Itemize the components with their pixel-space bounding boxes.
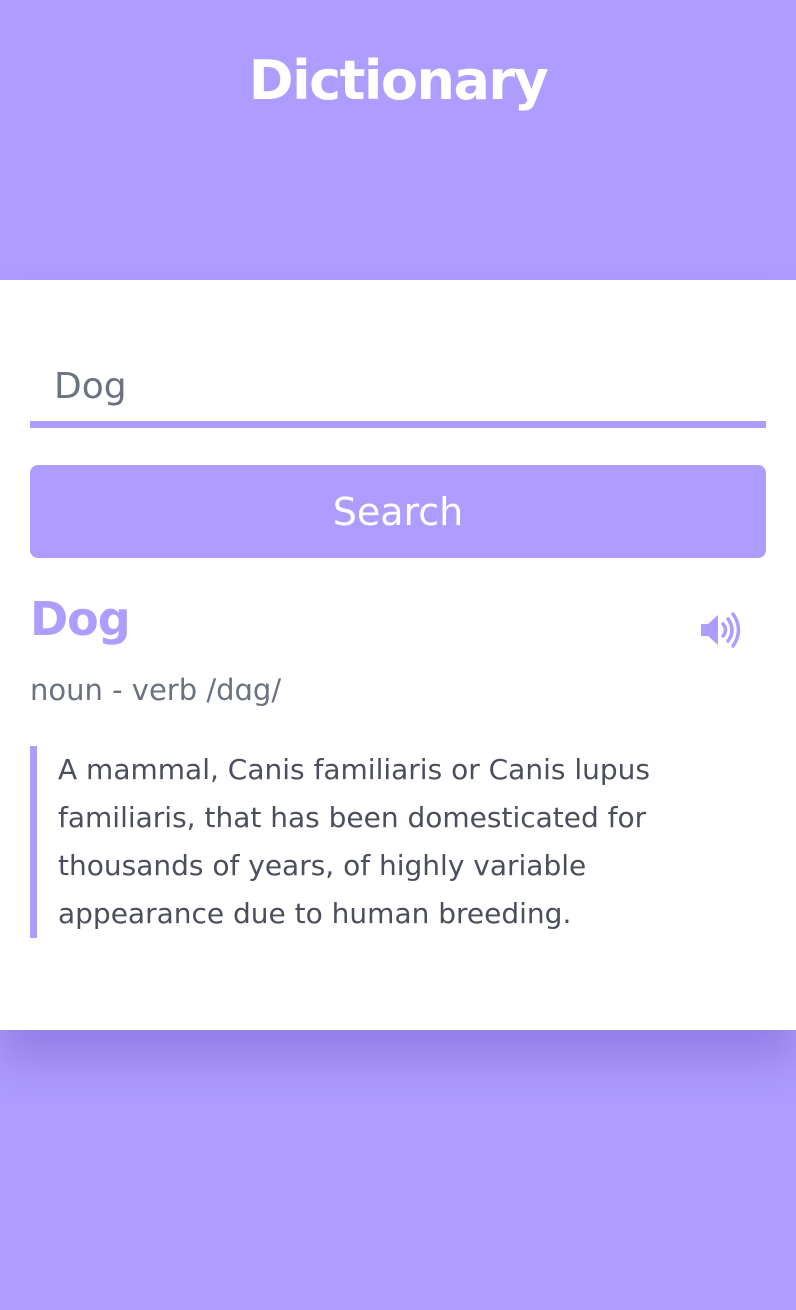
word-meta: noun - verb /dɑg/ [30, 670, 281, 710]
app-title: Dictionary [248, 49, 549, 112]
header: Dictionary [0, 0, 796, 280]
part-of-speech: noun - verb [30, 673, 198, 707]
volume-up-icon[interactable] [695, 610, 749, 650]
search-input[interactable] [30, 352, 766, 428]
app-page: Dictionary Search Dog noun - verb /dɑg/ … [0, 0, 796, 1310]
result-word: Dog [30, 592, 131, 646]
phonetic: /dɑg/ [206, 673, 282, 707]
search-button[interactable]: Search [30, 465, 766, 558]
definition: A mammal, Canis familiaris or Canis lupu… [30, 746, 740, 938]
dictionary-card: Search Dog noun - verb /dɑg/ A mammal, C… [0, 280, 796, 1030]
